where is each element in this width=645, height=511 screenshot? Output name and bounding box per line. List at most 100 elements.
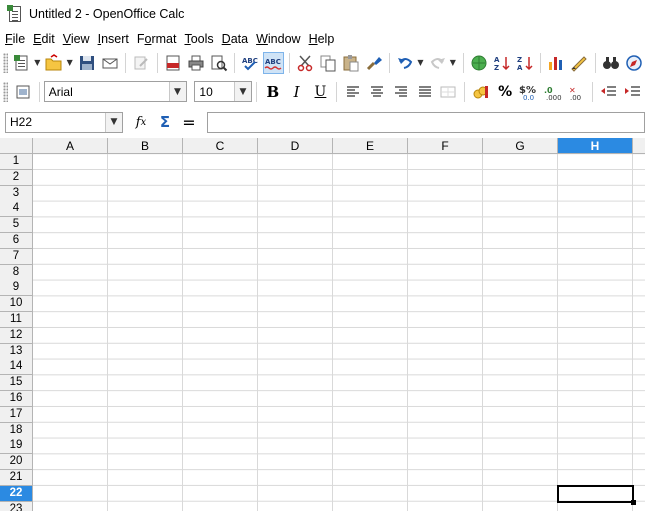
row-header-16[interactable]: 16 [0,391,33,407]
row-header-4[interactable]: 4 [0,201,33,218]
cut-icon[interactable] [295,52,316,74]
formula-input[interactable] [207,111,645,133]
copy-icon[interactable] [318,52,339,74]
percent-format-icon[interactable]: % [494,81,516,103]
chevron-down-icon[interactable]: ▼ [105,112,122,132]
row-header-21[interactable]: 21 [0,470,33,486]
merge-cells-icon[interactable] [438,81,460,103]
new-icon[interactable] [12,52,33,74]
row-header-17[interactable]: 17 [0,406,33,423]
column-header-a[interactable]: A [33,138,108,154]
sum-icon[interactable]: Σ [155,112,175,132]
decrease-indent-icon[interactable] [598,81,620,103]
chevron-down-icon[interactable]: ▼ [233,82,251,101]
add-decimal-icon[interactable]: .0.000 [542,81,564,103]
row-header-13[interactable]: 13 [0,343,33,360]
column-header-d[interactable]: D [258,138,333,154]
row-header-12[interactable]: 12 [0,327,33,344]
row-header-5[interactable]: 5 [0,217,33,234]
print-icon[interactable] [186,52,207,74]
row-header-6[interactable]: 6 [0,233,33,249]
show-draw-functions-icon[interactable] [569,52,590,74]
row-header-2[interactable]: 2 [0,169,33,186]
increase-indent-icon[interactable] [622,81,644,103]
page-preview-icon[interactable] [208,52,229,74]
toolbar-grip[interactable] [3,52,8,73]
column-header-c[interactable]: C [183,138,258,154]
spellcheck-icon[interactable]: ABC [240,52,261,74]
undo-dropdown-arrow-icon[interactable]: ▼ [417,58,425,67]
menu-insert[interactable]: Insert [98,32,129,46]
row-header-8[interactable]: 8 [0,264,33,281]
chart-icon[interactable] [546,52,567,74]
cell-area[interactable] [33,154,645,511]
export-pdf-icon[interactable] [163,52,184,74]
autospellcheck-icon[interactable]: ABC [262,51,284,74]
active-cell-cursor[interactable] [557,484,634,503]
row-header-10[interactable]: 10 [0,296,33,313]
row-header-19[interactable]: 19 [0,438,33,455]
menu-help[interactable]: Help [309,32,335,46]
hyperlink-icon[interactable] [469,52,490,74]
column-header-partial[interactable] [633,138,645,154]
spreadsheet-grid[interactable]: A B C D E F G H 1 2 3 4 5 6 7 8 9 10 11 12 13 14 15 16 17 18 19 20 2… [0,138,645,511]
menu-tools[interactable]: Tools [184,32,213,46]
row-header-3[interactable]: 3 [0,185,33,202]
email-icon[interactable] [99,52,120,74]
redo-dropdown-arrow-icon[interactable]: ▼ [449,58,457,67]
save-icon[interactable] [76,52,97,74]
bold-button[interactable]: B [262,81,284,103]
row-header-22[interactable]: 22 [0,485,33,502]
menu-data[interactable]: Data [222,32,248,46]
row-header-9[interactable]: 9 [0,280,33,297]
align-right-icon[interactable] [390,81,412,103]
sort-descending-icon[interactable]: ZA [514,52,535,74]
italic-button[interactable]: I [286,81,308,103]
row-header-23[interactable]: 23 [0,501,33,511]
standard-number-format-icon[interactable]: $% 0.0 [518,81,540,103]
fill-handle[interactable] [631,499,636,505]
currency-format-icon[interactable] [470,81,492,103]
menu-format[interactable]: Format [137,32,177,46]
paste-icon[interactable] [340,52,361,74]
column-header-h[interactable]: H [558,138,633,154]
edit-file-icon[interactable] [131,52,152,74]
open-icon[interactable] [44,52,65,74]
menu-window[interactable]: Window [256,32,300,46]
underline-button[interactable]: U [310,81,332,103]
find-replace-icon[interactable] [600,52,621,74]
row-header-18[interactable]: 18 [0,422,33,439]
menu-file[interactable]: File [5,32,25,46]
align-center-icon[interactable] [366,81,388,103]
row-header-1[interactable]: 1 [0,154,33,170]
function-icon[interactable]: = [179,112,199,132]
font-name-value[interactable]: Arial [45,85,169,99]
font-size-value[interactable]: 10 [195,85,234,99]
justify-icon[interactable] [414,81,436,103]
sort-ascending-icon[interactable]: AZ [491,52,512,74]
new-dropdown-arrow-icon[interactable]: ▼ [34,58,42,67]
column-header-f[interactable]: F [408,138,483,154]
align-left-icon[interactable] [342,81,364,103]
redo-icon[interactable] [427,52,448,74]
font-name-combo[interactable]: Arial ▼ [43,81,187,102]
navigator-icon[interactable] [623,52,644,74]
styles-formatting-icon[interactable] [12,81,34,103]
delete-decimal-icon[interactable]: ✕ .00 [566,81,588,103]
toolbar-grip[interactable] [3,81,8,102]
row-header-15[interactable]: 15 [0,375,33,392]
row-header-14[interactable]: 14 [0,359,33,376]
font-size-combo[interactable]: 10 ▼ [194,81,252,102]
name-box-value[interactable]: H22 [6,115,105,129]
column-header-g[interactable]: G [483,138,558,154]
chevron-down-icon[interactable]: ▼ [168,82,186,101]
open-dropdown-arrow-icon[interactable]: ▼ [66,58,74,67]
row-header-20[interactable]: 20 [0,454,33,471]
column-header-e[interactable]: E [333,138,408,154]
menu-edit[interactable]: Edit [33,32,55,46]
row-header-11[interactable]: 11 [0,312,33,328]
menu-view[interactable]: View [63,32,90,46]
column-header-b[interactable]: B [108,138,183,154]
undo-icon[interactable] [395,52,416,74]
name-box[interactable]: H22 ▼ [5,111,123,133]
